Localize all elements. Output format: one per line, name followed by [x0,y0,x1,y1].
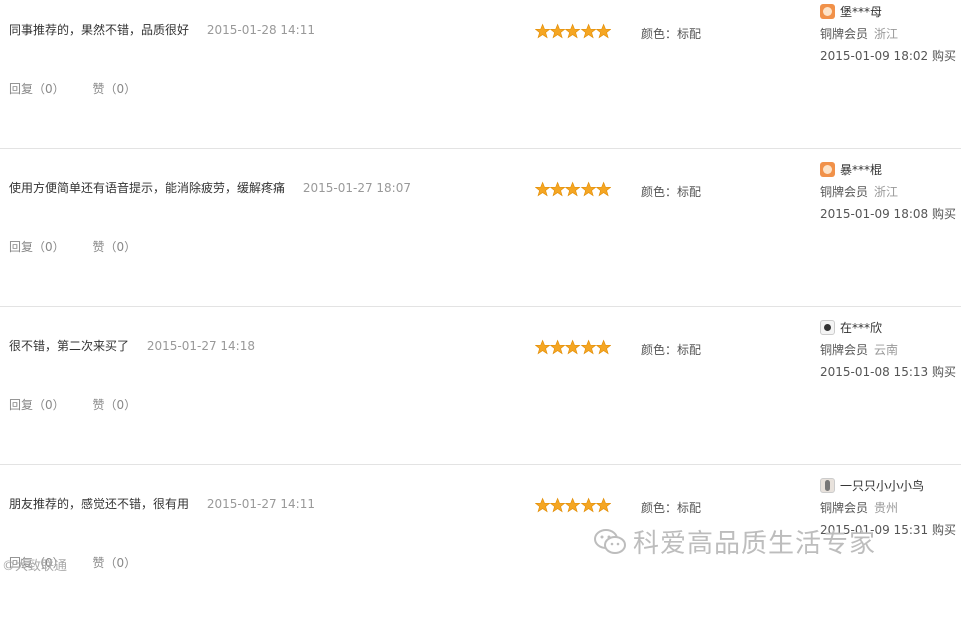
star-icon [565,497,581,513]
product-attribute: 颜色：标配 [641,185,702,199]
reviewer-region: 浙江 [874,27,899,41]
product-attribute: 颜色：标配 [641,343,702,357]
rating-stars [535,23,611,39]
wechat-icon [594,528,626,554]
rating-stars [535,339,611,355]
watermark-text: 科爱高品质生活专家 [633,529,877,559]
reply-button[interactable]: 回复（0） [9,398,65,412]
star-icon [565,181,581,197]
review-date: 2015-01-27 14:11 [206,497,315,511]
like-button[interactable]: 赞（0） [92,556,136,570]
star-icon [535,23,551,39]
reply-button[interactable]: 回复（0） [9,82,65,96]
purchase-date: 2015-01-09 18:02 购买 [820,49,956,63]
rating-stars [535,497,611,513]
star-icon [535,497,551,513]
star-icon [550,497,566,513]
star-icon [550,23,566,39]
star-icon [595,497,611,513]
reviewer-info: 堡***母 铜牌会员 浙江 2015-01-09 18:02 购买 [820,2,956,64]
purchase-date: 2015-01-09 18:08 购买 [820,207,956,221]
orange-avatar-icon [820,161,835,177]
corner-watermark: ©大致联通 [2,559,68,574]
star-icon [565,23,581,39]
review-item: 很不错，第二次来买了 2015-01-27 14:18 回复（0） 赞（0） 颜… [0,306,961,465]
panda-avatar-icon [820,319,835,335]
star-icon [595,181,611,197]
like-button[interactable]: 赞（0） [92,240,136,254]
star-icon [580,339,596,355]
reviewer-region: 浙江 [874,185,899,199]
member-level: 铜牌会员 [820,27,869,41]
review-item: 同事推荐的，果然不错，品质很好 2015-01-28 14:11 回复（0） 赞… [0,0,961,149]
review-date: 2015-01-27 14:18 [146,339,255,353]
review-text: 同事推荐的，果然不错，品质很好 [9,23,190,37]
reviewer-info: 在***欣 铜牌会员 云南 2015-01-08 15:13 购买 [820,318,956,380]
star-icon [535,339,551,355]
product-attribute: 颜色：标配 [641,501,702,515]
star-icon [550,339,566,355]
member-level: 铜牌会员 [820,501,869,515]
like-button[interactable]: 赞（0） [92,82,136,96]
review-date: 2015-01-28 14:11 [206,23,315,37]
reviewer-region: 贵州 [874,501,899,515]
star-icon [595,23,611,39]
review-text: 朋友推荐的，感觉还不错，很有用 [9,497,190,511]
reviewer-name[interactable]: 在***欣 [840,319,882,336]
review-date: 2015-01-27 18:07 [302,181,411,195]
star-icon [565,339,581,355]
review-content: 朋友推荐的，感觉还不错，很有用 2015-01-27 14:11 [9,495,315,512]
star-icon [580,497,596,513]
reviewer-info: 暴***棍 铜牌会员 浙江 2015-01-09 18:08 购买 [820,160,956,222]
girl-avatar-icon [820,477,835,493]
reviewer-region: 云南 [874,343,899,357]
orange-avatar-icon [820,3,835,19]
star-icon [535,181,551,197]
review-actions: 回复（0） 赞（0） [9,396,136,413]
purchase-date: 2015-01-08 15:13 购买 [820,365,956,379]
reply-button[interactable]: 回复（0） [9,240,65,254]
member-level: 铜牌会员 [820,343,869,357]
review-text: 使用方便简单还有语音提示，能消除疲劳，缓解疼痛 [9,181,286,195]
reviewer-name[interactable]: 堡***母 [840,3,882,20]
review-content: 同事推荐的，果然不错，品质很好 2015-01-28 14:11 [9,21,315,38]
review-actions: 回复（0） 赞（0） [9,238,136,255]
member-level: 铜牌会员 [820,185,869,199]
review-item: 使用方便简单还有语音提示，能消除疲劳，缓解疼痛 2015-01-27 18:07… [0,148,961,307]
product-attribute: 颜色：标配 [641,27,702,41]
reviewer-name[interactable]: 暴***棍 [840,161,882,178]
watermark: 科爱高品质生活专家 [593,523,876,560]
review-actions: 回复（0） 赞（0） [9,80,136,97]
review-content: 很不错，第二次来买了 2015-01-27 14:18 [9,337,255,354]
like-button[interactable]: 赞（0） [92,398,136,412]
review-text: 很不错，第二次来买了 [9,339,130,353]
star-icon [595,339,611,355]
star-icon [580,23,596,39]
star-icon [550,181,566,197]
reviewer-name[interactable]: 一只只小小小鸟 [840,477,924,494]
review-content: 使用方便简单还有语音提示，能消除疲劳，缓解疼痛 2015-01-27 18:07 [9,179,411,196]
rating-stars [535,181,611,197]
star-icon [580,181,596,197]
